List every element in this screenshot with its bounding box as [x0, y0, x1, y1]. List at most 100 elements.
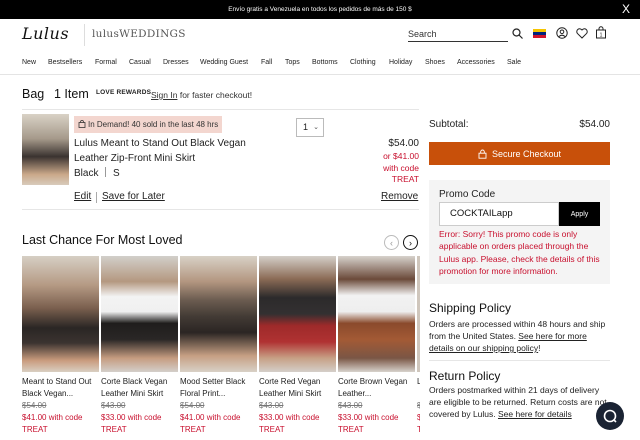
- nav-casual[interactable]: Casual: [129, 59, 151, 66]
- nav-shoes[interactable]: Shoes: [425, 59, 445, 66]
- close-promo-button[interactable]: X: [622, 0, 630, 19]
- nav-new[interactable]: New: [22, 59, 36, 66]
- chevron-down-icon: ⌄: [313, 124, 319, 131]
- product-card[interactable]: Corte Brown Vegan Leather... $43.00 $33.…: [338, 256, 415, 436]
- bag-item-count: 1 Item: [54, 87, 89, 101]
- carousel-title: Last Chance For Most Loved: [22, 233, 183, 247]
- checkout-label: Secure Checkout: [491, 148, 562, 159]
- shopping-bag-icon[interactable]: 1: [594, 25, 608, 40]
- product-card[interactable]: Corte Black Vegan Leather Mini Skirt $43…: [101, 256, 178, 436]
- product-original-price: $54.00: [180, 401, 205, 410]
- in-demand-text: In Demand! 40 sold in the last 48 hrs: [88, 120, 219, 129]
- nav-holiday[interactable]: Holiday: [389, 59, 412, 66]
- product-card[interactable]: Mood Setter Black Floral Print... $54.00…: [180, 256, 257, 436]
- product-image[interactable]: [22, 256, 99, 372]
- nav-bestsellers[interactable]: Bestsellers: [48, 59, 82, 66]
- product-promo-code: TREAT: [180, 425, 206, 434]
- product-name[interactable]: Mood Setter Black Floral Print...: [180, 376, 257, 400]
- nav-clothing[interactable]: Clothing: [350, 59, 376, 66]
- shipping-policy-body: Orders are processed within 48 hours and…: [429, 318, 611, 354]
- secure-checkout-button[interactable]: Secure Checkout: [429, 142, 610, 165]
- product-sale-price: $41.00 with code: [180, 413, 241, 422]
- bag-small-icon: [78, 120, 86, 128]
- product-original-price: $54.00: [22, 401, 47, 410]
- nav-accessories[interactable]: Accessories: [457, 59, 495, 66]
- return-policy-link[interactable]: See here for details: [498, 409, 572, 419]
- quantity-select[interactable]: 1 ⌄: [296, 118, 324, 137]
- product-original-price: $43.00: [259, 401, 284, 410]
- product-card[interactable]: Meant to Stand Out Black Vegan... $54.00…: [22, 256, 99, 436]
- shipping-policy-tail: !: [538, 343, 541, 353]
- return-policy-title: Return Policy: [429, 369, 501, 383]
- cart-item-name[interactable]: Lulus Meant to Stand Out Black Vegan Lea…: [74, 136, 274, 166]
- cart-item-size: S: [113, 168, 120, 179]
- subtotal-label: Subtotal:: [429, 119, 469, 130]
- love-rewards-logo: LOVE REWARDS: [96, 89, 152, 96]
- cart-item-variant: Black S: [74, 167, 120, 179]
- account-icon[interactable]: [555, 26, 569, 40]
- product-name[interactable]: Meant to Stand Out Black Vegan...: [22, 376, 99, 400]
- product-sale-price: $33.00 with code: [338, 413, 399, 422]
- edit-button[interactable]: Edit: [74, 191, 91, 202]
- main-nav: New Bestsellers Formal Casual Dresses We…: [0, 53, 640, 75]
- return-policy-body: Orders postmarked within 21 days of deli…: [429, 384, 611, 420]
- remove-button[interactable]: Remove: [381, 191, 418, 202]
- site-header: Lulus lulusWEDDINGS Search 1: [0, 19, 640, 53]
- product-name[interactable]: Corte Brown Vegan Leather...: [338, 376, 415, 400]
- nav-wedding-guest[interactable]: Wedding Guest: [200, 59, 248, 66]
- product-card[interactable]: Corte Red Vegan Leather Mini Skirt $43.0…: [259, 256, 336, 436]
- shipping-policy-title: Shipping Policy: [429, 301, 512, 315]
- product-promo-code: TREAT: [338, 425, 364, 434]
- sign-in-rest: for faster checkout!: [177, 90, 253, 100]
- search-input[interactable]: Search: [408, 29, 437, 39]
- weddings-logo[interactable]: lulusWEDDINGS: [92, 28, 186, 40]
- product-name[interactable]: Corte Black Vegan Leather Mini Skirt: [101, 376, 178, 400]
- product-image[interactable]: [259, 256, 336, 372]
- search-icon[interactable]: [510, 26, 524, 40]
- product-name[interactable]: Le...: [417, 376, 420, 400]
- cart-item-price: $54.00: [388, 138, 419, 149]
- carousel-prev-arrow-icon[interactable]: ‹: [384, 235, 399, 250]
- venezuela-flag-icon[interactable]: [533, 28, 546, 38]
- bag-title: Bag: [22, 87, 45, 101]
- cart-item-color: Black: [74, 168, 99, 179]
- product-image[interactable]: [338, 256, 415, 372]
- nav-tops[interactable]: Tops: [285, 59, 300, 66]
- product-original-price: $43.00: [101, 401, 126, 410]
- chat-button[interactable]: [596, 402, 624, 430]
- promo-code-input[interactable]: COCKTAILapp: [439, 202, 559, 226]
- wishlist-heart-icon[interactable]: [575, 26, 589, 40]
- product-sale-price: $33.00 with code: [259, 413, 320, 422]
- product-original-price: $4...: [417, 401, 420, 410]
- cart-item-image[interactable]: [22, 114, 69, 185]
- product-promo-code: TR...: [417, 425, 420, 434]
- link-separator: [96, 192, 97, 203]
- product-name[interactable]: Corte Red Vegan Leather Mini Skirt: [259, 376, 336, 400]
- product-promo-code: TREAT: [101, 425, 127, 434]
- promo-code-title: Promo Code: [439, 189, 496, 200]
- sign-in-link[interactable]: Sign In: [151, 90, 177, 100]
- lulus-logo[interactable]: Lulus: [22, 24, 69, 43]
- nav-dresses[interactable]: Dresses: [163, 59, 189, 66]
- nav-fall[interactable]: Fall: [261, 59, 272, 66]
- product-promo-code: TREAT: [22, 425, 48, 434]
- cart-item-sale-price: or $41.00 with code TREAT: [383, 151, 419, 186]
- product-sale-price: $3...: [417, 413, 420, 422]
- divider: [22, 209, 419, 210]
- quantity-value: 1: [303, 122, 309, 132]
- save-for-later-button[interactable]: Save for Later: [102, 191, 165, 202]
- apply-button[interactable]: Apply: [559, 202, 600, 226]
- nav-formal[interactable]: Formal: [95, 59, 117, 66]
- product-card-partial[interactable]: Le... $4... $3... TR...: [417, 256, 420, 436]
- chat-icon: [603, 409, 617, 423]
- product-image[interactable]: [101, 256, 178, 372]
- product-original-price: $43.00: [338, 401, 363, 410]
- promo-bar-text: Envío gratis a Venezuela en todos los pe…: [228, 6, 412, 13]
- product-image[interactable]: [417, 256, 420, 372]
- carousel-next-arrow-icon[interactable]: ›: [403, 235, 418, 250]
- svg-text:1: 1: [600, 33, 603, 39]
- nav-bottoms[interactable]: Bottoms: [312, 59, 338, 66]
- divider: [22, 109, 419, 110]
- nav-sale[interactable]: Sale: [507, 59, 521, 66]
- product-image[interactable]: [180, 256, 257, 372]
